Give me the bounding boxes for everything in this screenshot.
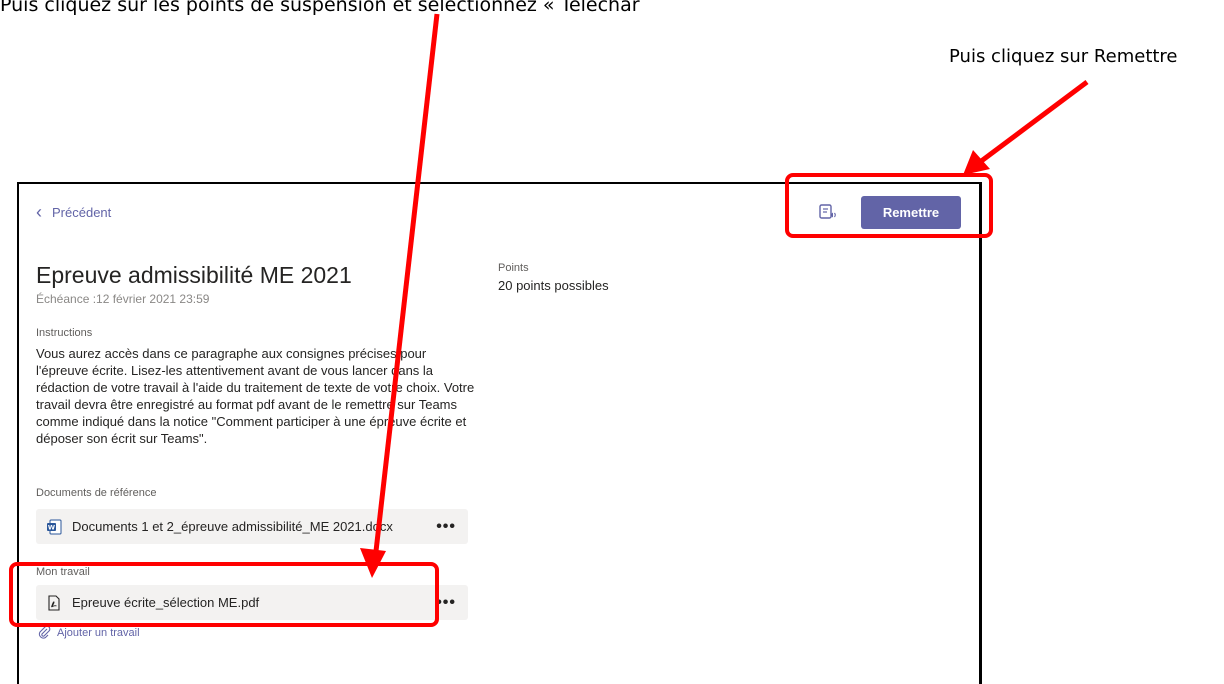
annotation-top-text: Puis cliquez sur les points de suspensio… (0, 0, 640, 16)
points-label: Points (498, 262, 529, 274)
chevron-left-icon: ‹ (36, 202, 42, 222)
word-doc-icon: W (47, 519, 62, 534)
reference-file-more-button[interactable]: ••• (436, 518, 456, 536)
add-work-label: Ajouter un travail (57, 626, 140, 639)
points-value: 20 points possibles (498, 278, 609, 293)
immersive-reader-button[interactable] (813, 198, 843, 226)
submit-button[interactable]: Remettre (861, 196, 961, 229)
instructions-text: Vous aurez accès dans ce paragraphe aux … (36, 346, 475, 446)
arrow-head-submit (963, 150, 990, 175)
reference-file-name: Documents 1 et 2_épreuve admissibilité_M… (72, 519, 393, 534)
my-work-file-more-button[interactable]: ••• (436, 594, 456, 612)
back-label: Précédent (52, 204, 112, 220)
reference-docs-label: Documents de référence (36, 487, 157, 499)
add-work-link[interactable]: Ajouter un travail (38, 626, 140, 639)
back-link[interactable]: ‹ Précédent (36, 203, 111, 221)
my-work-label: Mon travail (36, 566, 90, 578)
my-work-file-name: Epreuve écrite_sélection ME.pdf (72, 595, 260, 610)
pdf-file-icon (48, 594, 60, 611)
assignment-title: Epreuve admissibilité ME 2021 (36, 262, 352, 288)
immersive-reader-icon (819, 204, 836, 219)
arrow-to-submit (978, 79, 1089, 165)
reference-file-card[interactable]: W Documents 1 et 2_épreuve admissibilité… (36, 509, 468, 544)
my-work-file-card[interactable]: Epreuve écrite_sélection ME.pdf ••• (36, 585, 468, 620)
svg-text:W: W (48, 523, 55, 531)
due-date: Échéance :12 février 2021 23:59 (36, 292, 210, 306)
annotation-hint: Puis cliquez sur Remettre (949, 46, 1178, 67)
instructions-label: Instructions (36, 327, 93, 339)
paperclip-icon (38, 626, 51, 639)
